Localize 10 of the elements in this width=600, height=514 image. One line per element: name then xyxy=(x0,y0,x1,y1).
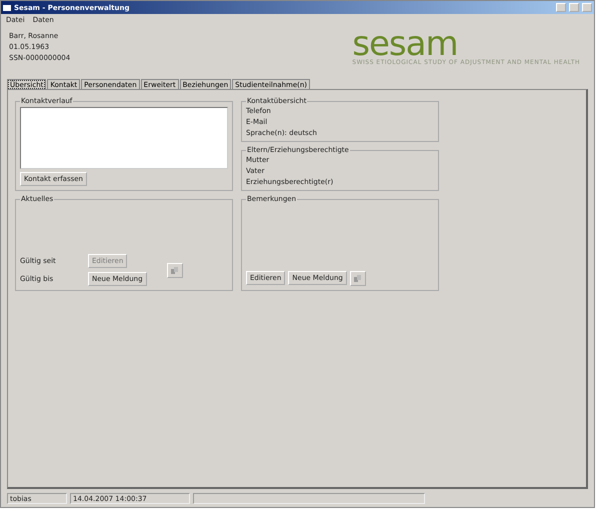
copy-icon xyxy=(171,266,178,274)
window-icon xyxy=(3,4,11,10)
minimize-button[interactable] xyxy=(556,3,566,12)
copy-button[interactable] xyxy=(350,271,366,286)
copy-button[interactable] xyxy=(166,262,183,278)
maximize-button[interactable] xyxy=(569,3,579,12)
close-button[interactable] xyxy=(582,3,592,12)
contact-list[interactable] xyxy=(20,107,228,169)
copy-icon xyxy=(354,275,362,282)
logo-name: sesam xyxy=(352,29,459,59)
